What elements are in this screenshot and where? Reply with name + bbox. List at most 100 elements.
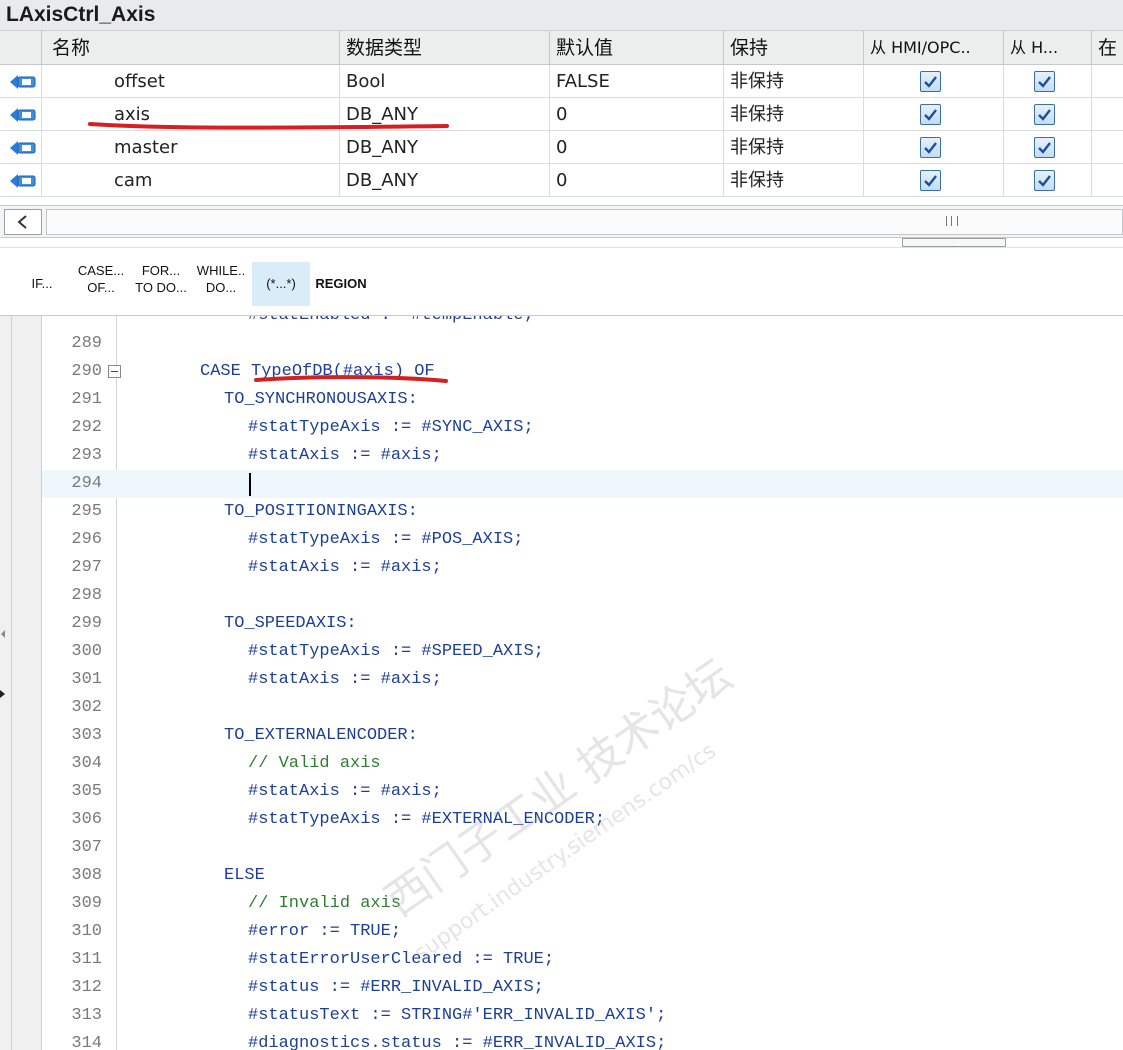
insert-case-button[interactable]: CASE... OF... <box>72 262 130 306</box>
line-number: 301 <box>71 670 102 689</box>
hmi-opc-accessible-checkbox[interactable] <box>920 170 941 191</box>
row-default[interactable]: FALSE <box>550 65 724 98</box>
table-row[interactable]: offset Bool FALSE 非保持 <box>0 65 1123 98</box>
header-retain[interactable]: 保持 <box>724 31 864 65</box>
line-number: 294 <box>71 474 102 493</box>
code-line[interactable]: 299 TO_SPEEDAXIS: <box>42 610 1123 638</box>
row-retain[interactable]: 非保持 <box>724 164 864 197</box>
code-line[interactable]: 308 ELSE <box>42 862 1123 890</box>
hmi-writable-checkbox[interactable] <box>1034 137 1055 158</box>
row-retain[interactable]: 非保持 <box>724 131 864 164</box>
hmi-opc-accessible-checkbox[interactable] <box>920 104 941 125</box>
header-hmi[interactable]: 从 H... <box>1004 31 1092 65</box>
row-name[interactable]: offset <box>42 65 340 98</box>
row-datatype[interactable]: Bool <box>340 65 550 98</box>
code-line[interactable]: 302 <box>42 694 1123 722</box>
table-row[interactable]: master DB_ANY 0 非保持 <box>0 131 1123 164</box>
editor-gutter <box>12 316 42 1050</box>
code-line-text: #error := TRUE; <box>248 922 402 941</box>
insert-region-button[interactable]: REGION <box>312 262 370 306</box>
hmi-opc-accessible-checkbox[interactable] <box>920 137 941 158</box>
line-number: 299 <box>71 614 102 633</box>
code-line[interactable]: 311 #statErrorUserCleared := TRUE; <box>42 946 1123 974</box>
insert-while-button[interactable]: WHILE.. DO... <box>192 262 250 306</box>
header-default[interactable]: 默认值 <box>550 31 724 65</box>
code-line[interactable]: 294 <box>42 470 1123 498</box>
table-row[interactable]: cam DB_ANY 0 非保持 <box>0 164 1123 197</box>
line-number: 312 <box>71 978 102 997</box>
text-cursor <box>249 473 251 496</box>
insert-if-button[interactable]: IF... <box>22 262 62 306</box>
code-line-text: CASE TypeOfDB(#axis) OF <box>200 362 435 381</box>
code-line-text: TO_POSITIONINGAXIS: <box>224 502 418 521</box>
row-default[interactable]: 0 <box>550 131 724 164</box>
code-line[interactable]: 292 #statTypeAxis := #SYNC_AXIS; <box>42 414 1123 442</box>
line-number: 304 <box>71 754 102 773</box>
insert-comment-button[interactable]: (*...*) <box>252 262 310 306</box>
code-line[interactable]: 297 #statAxis := #axis; <box>42 554 1123 582</box>
header-hmi-opc[interactable]: 从 HMI/OPC.. <box>864 31 1004 65</box>
code-line-text: #statAxis := #axis; <box>248 558 442 577</box>
line-number: 311 <box>71 950 102 969</box>
hmi-writable-checkbox[interactable] <box>1034 170 1055 191</box>
insert-for-button[interactable]: FOR... TO DO... <box>133 262 189 306</box>
row-default[interactable]: 0 <box>550 164 724 197</box>
scroll-left-button[interactable] <box>4 209 42 235</box>
code-line[interactable]: 293 #statAxis := #axis; <box>42 442 1123 470</box>
code-line-text: // Invalid axis <box>248 894 402 913</box>
header-in[interactable]: 在 <box>1092 31 1123 65</box>
code-line-text: #statErrorUserCleared := TRUE; <box>248 950 555 969</box>
row-datatype[interactable]: DB_ANY <box>340 98 550 131</box>
table-horizontal-scrollbar[interactable] <box>0 205 1123 238</box>
line-number: 295 <box>71 502 102 521</box>
row-name[interactable]: axis <box>42 98 340 131</box>
code-line[interactable]: 300 #statTypeAxis := #SPEED_AXIS; <box>42 638 1123 666</box>
code-line-text: TO_SYNCHRONOUSAXIS: <box>224 390 418 409</box>
input-param-icon <box>10 108 36 122</box>
row-retain[interactable]: 非保持 <box>724 98 864 131</box>
line-number: 291 <box>71 390 102 409</box>
pane-splitter[interactable] <box>902 238 1006 254</box>
code-line[interactable]: 295 TO_POSITIONINGAXIS: <box>42 498 1123 526</box>
code-line[interactable]: 296 #statTypeAxis := #POS_AXIS; <box>42 526 1123 554</box>
row-default[interactable]: 0 <box>550 98 724 131</box>
table-header: 名称 数据类型 默认值 保持 从 HMI/OPC.. 从 H... 在 <box>0 31 1123 65</box>
code-line[interactable]: 310 #error := TRUE; <box>42 918 1123 946</box>
code-line[interactable]: 291 TO_SYNCHRONOUSAXIS: <box>42 386 1123 414</box>
input-param-icon <box>10 75 36 89</box>
hmi-writable-checkbox[interactable] <box>1034 104 1055 125</box>
row-datatype[interactable]: DB_ANY <box>340 131 550 164</box>
code-line[interactable]: 301 #statAxis := #axis; <box>42 666 1123 694</box>
header-icon-col <box>0 31 42 65</box>
expand-right-icon[interactable] <box>0 690 6 698</box>
scl-code-editor[interactable]: #statEnabled := #tempEnable; 289 290 CASE … <box>0 315 1123 1050</box>
line-number: 296 <box>71 530 102 549</box>
collapse-left-icon[interactable] <box>0 630 6 638</box>
header-name[interactable]: 名称 <box>42 31 340 65</box>
row-name[interactable]: master <box>42 131 340 164</box>
code-line-partial[interactable]: #statEnabled := #tempEnable; <box>42 316 1123 330</box>
code-line[interactable]: 289 <box>42 330 1123 358</box>
code-line[interactable]: 290 CASE TypeOfDB(#axis) OF <box>42 358 1123 386</box>
line-number: 309 <box>71 894 102 913</box>
code-line[interactable]: 314 #diagnostics.status := #ERR_INVALID_A… <box>42 1030 1123 1050</box>
input-param-icon <box>10 141 36 155</box>
row-name[interactable]: cam <box>42 164 340 197</box>
row-retain[interactable]: 非保持 <box>724 65 864 98</box>
code-line[interactable]: 312 #status := #ERR_INVALID_AXIS; <box>42 974 1123 1002</box>
line-number: 310 <box>71 922 102 941</box>
code-line-text: ELSE <box>224 866 265 885</box>
table-row[interactable]: axis DB_ANY 0 非保持 <box>0 98 1123 131</box>
fold-toggle-icon[interactable] <box>108 365 121 378</box>
scroll-thumb[interactable] <box>46 209 1123 235</box>
hmi-opc-accessible-checkbox[interactable] <box>920 71 941 92</box>
header-datatype[interactable]: 数据类型 <box>340 31 550 65</box>
code-line[interactable]: 298 <box>42 582 1123 610</box>
editor-left-margin <box>0 316 12 1050</box>
line-number: 300 <box>71 642 102 661</box>
code-line[interactable]: 309 // Invalid axis <box>42 890 1123 918</box>
row-datatype[interactable]: DB_ANY <box>340 164 550 197</box>
code-line-text: #diagnostics.status := #ERR_INVALID_AXIS… <box>248 1034 667 1050</box>
hmi-writable-checkbox[interactable] <box>1034 71 1055 92</box>
code-line[interactable]: 313 #statusText := STRING#'ERR_INVALID_AX… <box>42 1002 1123 1030</box>
